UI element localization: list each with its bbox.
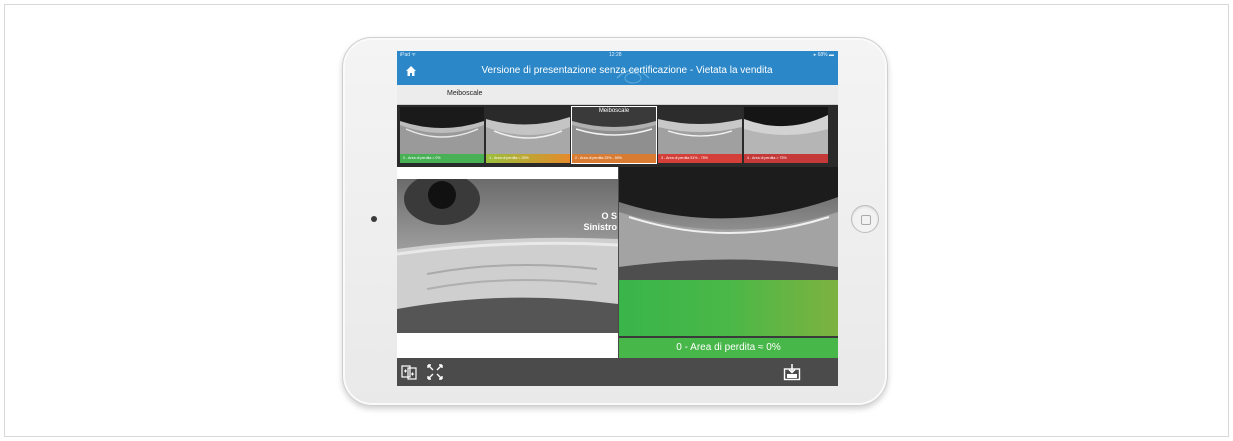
result-label: 0 - Area di perdita ≈ 0%	[619, 338, 838, 358]
section-bar: Meiboscale	[397, 85, 838, 105]
app-screen: iPad ᯤ 12:28 ▸ 68% ▬ Versione di present…	[397, 51, 838, 386]
camera-icon	[371, 216, 377, 222]
page-title: Versione di presentazione senza certific…	[481, 65, 773, 76]
eye-side-label: O S Sinistro	[583, 211, 617, 232]
grade-label: 2 - Area di perdita 25% - 50%	[572, 154, 656, 163]
eye-photo	[397, 179, 618, 333]
battery-label: ▸ 68% ▬	[813, 52, 834, 58]
selected-scale-label: Meiboscale	[598, 108, 630, 114]
grade-label: 1 - Area di perdita < 25%	[486, 154, 570, 163]
right-reference-view: 0 - Area di perdita ≈ 0%	[619, 167, 838, 358]
home-button-icon[interactable]	[851, 205, 879, 233]
grade-thumbnail[interactable]: 3 - Area di perdita 51% - 75%	[658, 107, 742, 163]
fullscreen-icon[interactable]	[427, 364, 443, 380]
left-eye-view[interactable]: O S Sinistro	[397, 167, 618, 358]
reference-photo	[619, 167, 838, 280]
grade-thumbnail[interactable]: 0 - Area di perdita ≈ 0%	[400, 107, 484, 163]
grade-label: 3 - Area di perdita 51% - 75%	[658, 154, 742, 163]
grade-thumbnail[interactable]: 4 - Area di perdita > 75%	[744, 107, 828, 163]
section-label: Meiboscale	[447, 90, 483, 97]
save-icon[interactable]	[783, 363, 801, 381]
clock-label: 12:28	[609, 52, 622, 58]
app-header: Versione di presentazione senza certific…	[397, 59, 838, 85]
home-icon[interactable]	[405, 65, 417, 77]
grade-thumbnail-selected[interactable]: Meiboscale 2 - Area di perdita 25% - 50%	[571, 106, 657, 164]
carrier-label: iPad ᯤ	[400, 52, 416, 58]
bottom-toolbar	[397, 358, 838, 386]
grade-thumbnail[interactable]: 1 - Area di perdita < 25%	[486, 107, 570, 163]
grade-label: 0 - Area di perdita ≈ 0%	[400, 154, 484, 163]
status-bar: iPad ᯤ 12:28 ▸ 68% ▬	[397, 51, 838, 59]
grade-thumbnail-strip: 0 - Area di perdita ≈ 0% 1 - Area di per…	[397, 105, 838, 167]
grade-label: 4 - Area di perdita > 75%	[744, 154, 828, 163]
grade-color-bar	[619, 280, 838, 336]
compare-icon[interactable]	[401, 364, 417, 380]
